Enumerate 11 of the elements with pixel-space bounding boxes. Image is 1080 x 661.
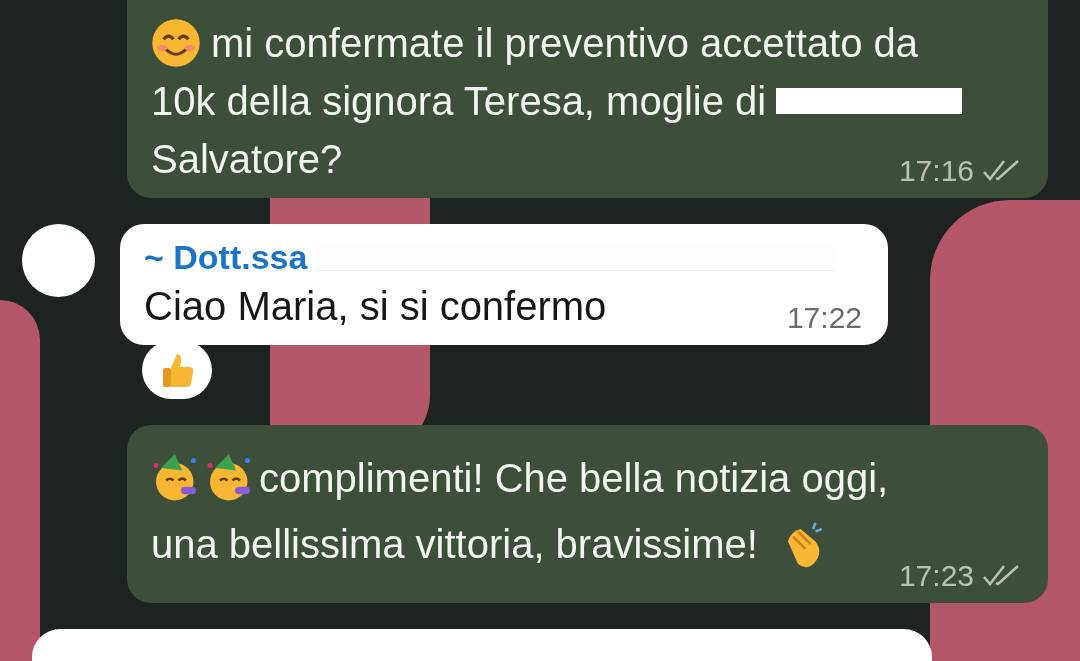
message-text: una bellissima vittoria, bravissime! — [151, 521, 758, 568]
message-time: 17:22 — [786, 301, 862, 335]
message-text: Ciao Maria, si si confermo — [144, 283, 607, 330]
smiling-face-icon — [151, 18, 201, 68]
message-time: 17:23 — [898, 559, 974, 593]
sender-name: ~ Dott.ssa — [144, 238, 308, 277]
message-text: complimenti! Che bella notizia oggi, — [259, 455, 889, 502]
message-text: mi confermate il preventivo accettato da — [211, 20, 918, 67]
message-time: 17:16 — [898, 154, 974, 188]
message-text: 10k della signora Teresa, moglie di — [151, 78, 767, 125]
message-text: Salvatore? — [151, 136, 343, 183]
